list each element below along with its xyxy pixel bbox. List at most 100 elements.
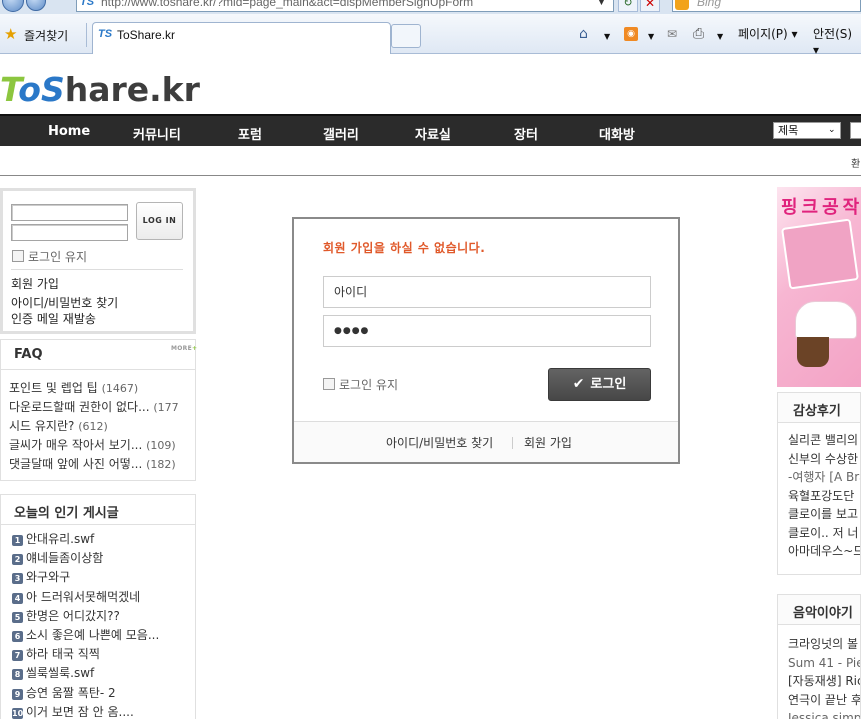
faq-item-text[interactable]: 시드 유지란? xyxy=(9,419,74,433)
home-dropdown-icon[interactable]: ▼ xyxy=(604,29,610,45)
review-item[interactable]: 육혈포강도단 xyxy=(788,487,860,506)
review-item[interactable]: 클로이.. 저 너 xyxy=(788,524,860,543)
popular-item[interactable]: 6 소시 좋은예 나쁜예 모음... xyxy=(12,626,198,645)
sidebar-resend-mail-link[interactable]: 인증 메일 재발송 xyxy=(11,310,96,327)
faq-item[interactable]: 글씨가 매우 작아서 보기... (109) xyxy=(9,436,191,455)
popular-item[interactable]: 8 씰룩씰룩.swf xyxy=(12,664,198,683)
nav-forum[interactable]: 포럼 xyxy=(238,124,262,143)
sidebar-join-link[interactable]: 회원 가입 xyxy=(11,275,59,292)
rss-dropdown-icon[interactable]: ▼ xyxy=(648,29,654,45)
favorites-bar: ★ 즐겨찾기 TS ToShare.kr ⌂ ▼ ◉ ▼ ✉ ⎙ ▼ 페이지(P… xyxy=(0,14,861,57)
popular-item-text[interactable]: 안대유리.swf xyxy=(26,532,94,546)
password-field[interactable]: ●●●● xyxy=(323,315,651,347)
login-button[interactable]: ✔ 로그인 xyxy=(548,368,651,401)
print-icon[interactable]: ⎙ xyxy=(693,26,704,42)
sidebar-login-box: LOG IN 로그인 유지 회원 가입 아이디/비밀번호 찾기 인증 메일 재발… xyxy=(0,188,196,334)
faq-item-text[interactable]: 포인트 및 렙업 팁 xyxy=(9,381,98,395)
popular-item[interactable]: 1 안대유리.swf xyxy=(12,530,198,549)
faq-item-text[interactable]: 댓글달때 앞에 사진 어떻... xyxy=(9,457,142,471)
sidebar-id-input[interactable] xyxy=(11,204,128,221)
review-item[interactable]: 실리콘 밸리의 xyxy=(788,431,860,450)
popular-item[interactable]: 5 한명은 어디갔지?? xyxy=(12,607,198,626)
tab-title: ToShare.kr xyxy=(117,28,176,42)
main-nav: Home 커뮤니티 포럼 갤러리 자료실 장터 대화방 제목 ⌄ xyxy=(0,114,861,146)
rank-badge: 3 xyxy=(12,573,23,585)
url-dropdown-icon[interactable]: ▼ xyxy=(598,0,605,7)
bing-icon xyxy=(675,0,689,10)
faq-more-link[interactable]: MORE+ xyxy=(171,345,197,352)
popular-item-text[interactable]: 아 드러워서못해먹겠네 xyxy=(26,590,140,604)
home-icon[interactable]: ⌂ xyxy=(579,26,588,42)
faq-header: FAQ MORE+ xyxy=(1,340,197,370)
favorites-star-icon[interactable]: ★ xyxy=(4,27,17,42)
subbar-text[interactable]: 환 xyxy=(851,155,860,170)
popular-item[interactable]: 4아 드러워서못해먹겠네 xyxy=(12,588,198,607)
back-button[interactable] xyxy=(2,0,24,12)
logo-letter-s: S xyxy=(40,70,65,109)
popular-item-text[interactable]: 씰룩씰룩.swf xyxy=(26,666,94,680)
rank-badge: 4 xyxy=(12,592,23,604)
find-account-link[interactable]: 아이디/비밀번호 찾기 xyxy=(386,434,493,451)
new-tab-button[interactable] xyxy=(391,24,421,48)
sidebar-remember-checkbox[interactable] xyxy=(12,250,24,262)
nav-gallery[interactable]: 갤러리 xyxy=(323,124,359,143)
music-item[interactable]: [자동재생] Ric xyxy=(788,672,860,691)
safety-menu[interactable]: 안전(S) ▾ xyxy=(813,26,861,58)
popular-item[interactable]: 10 이거 보면 잠 안 옴.... xyxy=(12,703,198,719)
popular-item-text[interactable]: 이거 보면 잠 안 옴.... xyxy=(26,705,134,719)
ad-banner[interactable]: 핑크공작 xyxy=(777,187,861,387)
sidebar-password-input[interactable] xyxy=(11,224,128,241)
search-field[interactable]: Bing xyxy=(672,0,861,12)
popular-item-text[interactable]: 얘네들좀이상함 xyxy=(26,551,103,565)
popular-item[interactable]: 3 와구와구 xyxy=(12,568,198,587)
music-item[interactable]: Sum 41 - Piec xyxy=(788,654,860,673)
music-item[interactable]: 연극이 끝난 후 xyxy=(788,691,860,710)
nav-chat[interactable]: 대화방 xyxy=(599,124,635,143)
popular-item-text[interactable]: 소시 좋은예 나쁜예 모음... xyxy=(26,628,159,642)
faq-item[interactable]: 포인트 및 렙업 팁 (1467) xyxy=(9,379,191,398)
faq-item-text[interactable]: 다운로드할때 권한이 없다... xyxy=(9,400,150,414)
nav-market[interactable]: 장터 xyxy=(514,124,538,143)
review-item[interactable]: -여행자 [A Bra xyxy=(788,468,860,487)
chevron-down-icon[interactable]: ⌄ xyxy=(828,125,836,135)
browser-tab[interactable]: TS ToShare.kr xyxy=(92,22,391,54)
forward-button[interactable] xyxy=(26,0,46,11)
nav-archive[interactable]: 자료실 xyxy=(415,124,451,143)
popular-item-text[interactable]: 한명은 어디갔지?? xyxy=(26,609,120,623)
site-logo[interactable]: ToShare.kr xyxy=(0,70,200,109)
faq-item[interactable]: 시드 유지란? (612) xyxy=(9,417,191,436)
popular-item-text[interactable]: 하라 태국 직찍 xyxy=(26,647,100,661)
rss-icon[interactable]: ◉ xyxy=(624,27,638,41)
stop-icon[interactable]: ✕ xyxy=(640,0,660,12)
faq-item-text[interactable]: 글씨가 매우 작아서 보기... xyxy=(9,438,142,452)
popular-item[interactable]: 2 얘네들좀이상함 xyxy=(12,549,198,568)
nav-home[interactable]: Home xyxy=(48,124,90,139)
popular-item-text[interactable]: 와구와구 xyxy=(26,570,70,584)
sidebar-login-button[interactable]: LOG IN xyxy=(136,202,183,240)
music-item[interactable]: 크라잉넛의 볼 xyxy=(788,635,860,654)
id-field[interactable]: 아이디 xyxy=(323,276,651,308)
popular-item[interactable]: 7 하라 태국 직찍 xyxy=(12,645,198,664)
popular-item[interactable]: 9 승연 움짤 폭탄- 2 xyxy=(12,684,198,703)
review-item[interactable]: 아마데우스~드 xyxy=(788,542,860,561)
join-link[interactable]: 회원 가입 xyxy=(524,434,572,451)
review-title: 감상후기 xyxy=(793,404,841,419)
url-field[interactable]: http://www.toshare.kr/?mid=page_main&act… xyxy=(76,0,614,12)
page-menu[interactable]: 페이지(P) ▾ xyxy=(738,26,798,42)
nav-community[interactable]: 커뮤니티 xyxy=(133,124,181,143)
review-item[interactable]: 신부의 수상한 xyxy=(788,450,860,469)
site-search-input[interactable] xyxy=(850,122,861,139)
faq-item[interactable]: 다운로드할때 권한이 없다... (177 xyxy=(9,398,191,417)
mail-icon[interactable]: ✉ xyxy=(667,26,677,42)
print-dropdown-icon[interactable]: ▼ xyxy=(717,29,723,45)
divider xyxy=(512,437,513,449)
remember-checkbox[interactable] xyxy=(323,378,335,390)
sidebar-find-account-link[interactable]: 아이디/비밀번호 찾기 xyxy=(11,294,118,311)
review-item[interactable]: 클로이를 보고 xyxy=(788,505,860,524)
popular-item-text[interactable]: 승연 움짤 폭탄- 2 xyxy=(26,686,116,700)
review-header: 감상후기 xyxy=(778,393,860,423)
favorites-button[interactable]: 즐겨찾기 xyxy=(24,27,68,44)
music-item[interactable]: Jessica simp xyxy=(788,709,860,719)
refresh-icon[interactable]: ↻ xyxy=(618,0,638,12)
faq-item[interactable]: 댓글달때 앞에 사진 어떻... (182) xyxy=(9,455,191,474)
